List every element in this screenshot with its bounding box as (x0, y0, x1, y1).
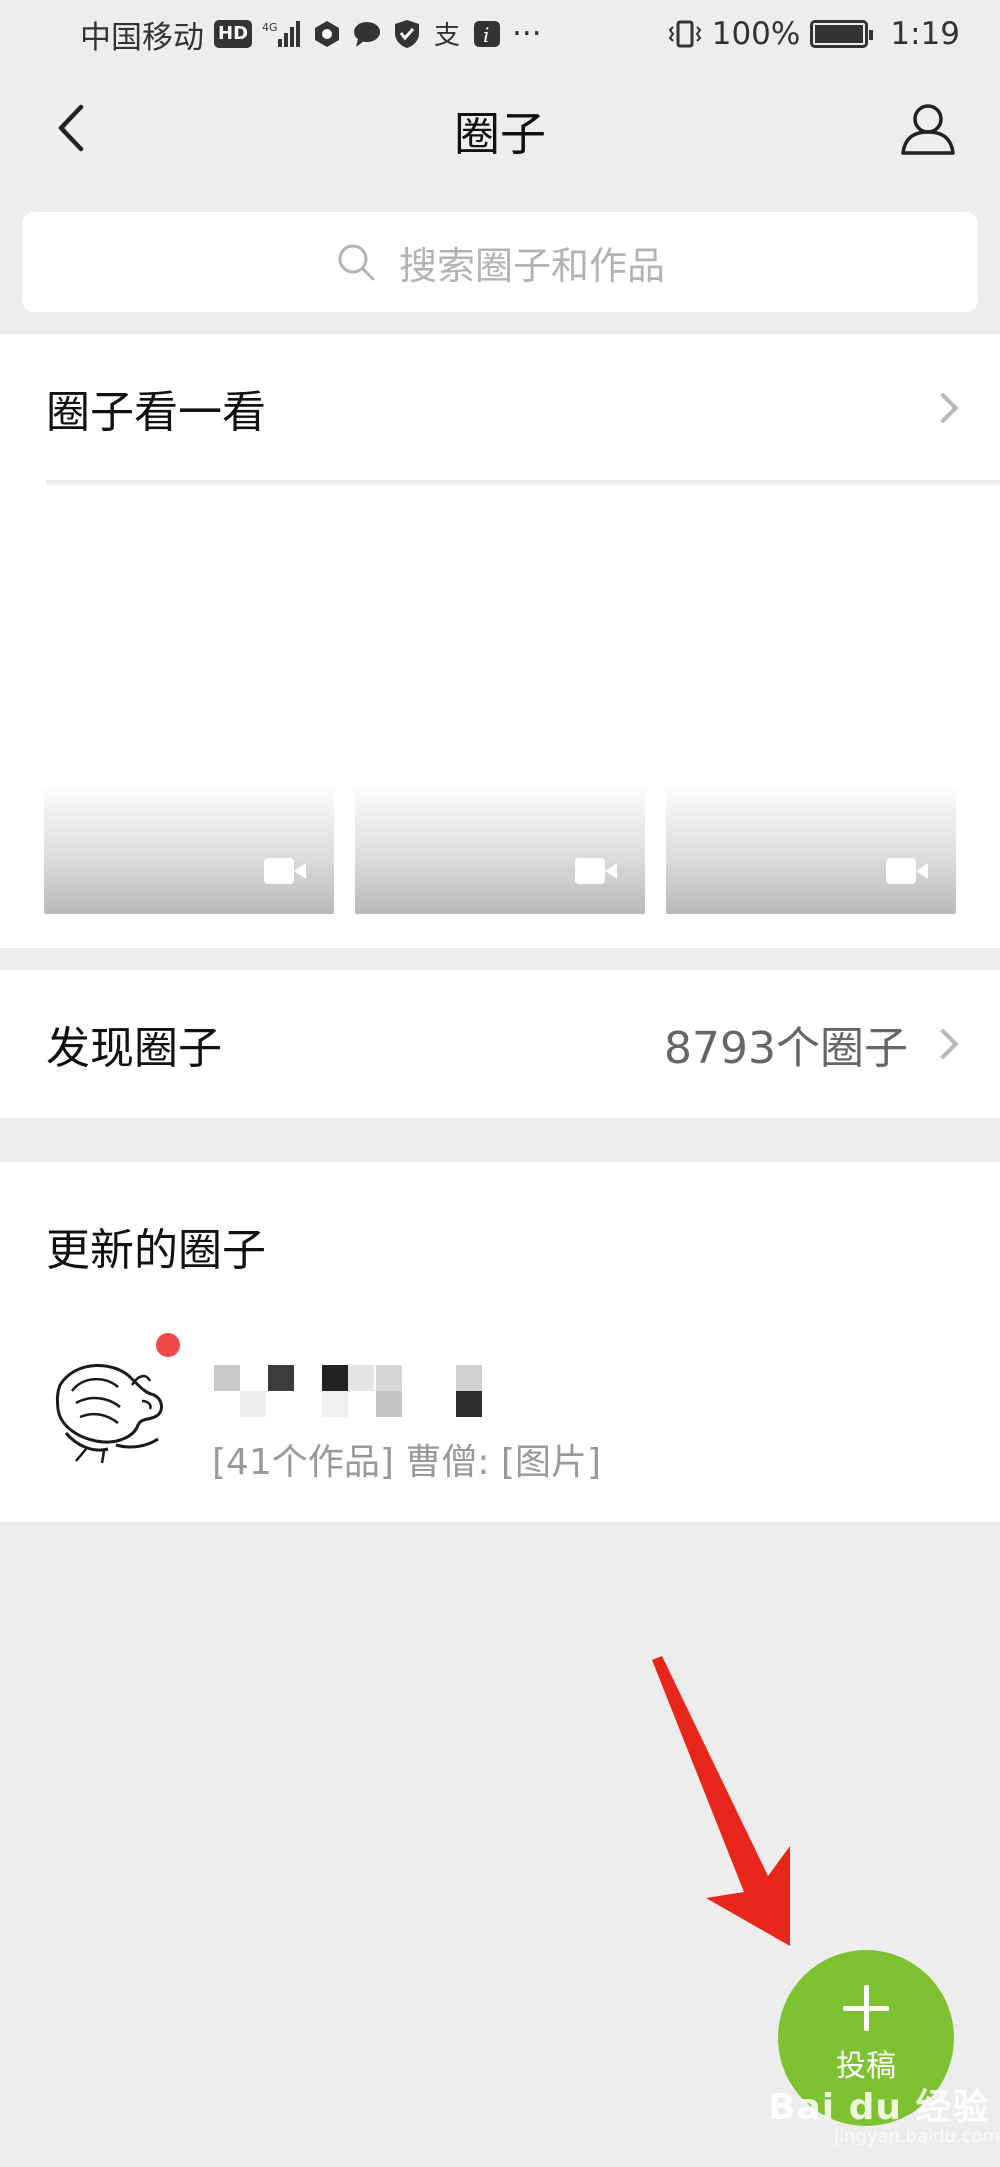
video-thumbnail[interactable] (44, 789, 334, 914)
nav-bar: 圈子 (0, 68, 1000, 194)
circle-description: [41个作品] 曹僧: [图片] (212, 1442, 602, 1483)
look-section-title: 圈子看一看 (46, 387, 266, 438)
status-right: 100% 1:19 (668, 16, 960, 52)
chevron-right-icon (927, 392, 959, 424)
plus-icon (843, 1985, 889, 2031)
avatar (46, 1345, 174, 1473)
more-icon: ··· (512, 16, 542, 52)
video-camera-icon (264, 858, 306, 884)
chat-icon (352, 19, 382, 49)
video-thumbnail[interactable] (666, 789, 956, 914)
clock: 1:19 (890, 16, 960, 52)
hd-icon: HD (214, 20, 253, 48)
page-title: 圈子 (454, 107, 546, 161)
video-thumbnail[interactable] (355, 789, 645, 914)
chevron-right-icon (927, 1028, 959, 1060)
video-camera-icon (575, 858, 617, 884)
carrier-name: 中国移动 (80, 19, 204, 56)
discover-circles-row[interactable]: 发现圈子 8793个圈子 (0, 970, 1000, 1118)
vibrate-icon (668, 19, 702, 49)
watermark: Bai du 经验 (768, 2087, 990, 2128)
search-placeholder: 搜索圈子和作品 (398, 243, 665, 288)
svg-text:支: 支 (434, 21, 460, 49)
search-icon (338, 244, 375, 281)
info-icon: i (472, 19, 502, 49)
app-icon (312, 19, 342, 49)
unread-dot (156, 1333, 180, 1357)
circle-count: 8793个圈子 (664, 1023, 908, 1074)
discover-right: 8793个圈子 (664, 1012, 959, 1076)
video-camera-icon (886, 858, 928, 884)
back-button[interactable] (40, 98, 100, 158)
updated-section-title: 更新的圈子 (46, 1225, 266, 1276)
svg-text:4G: 4G (262, 21, 278, 34)
chevron-left-icon (58, 104, 84, 152)
alipay-icon: 支 (432, 19, 462, 49)
look-section: 圈子看一看 (0, 334, 1000, 948)
search-input[interactable]: 搜索圈子和作品 (22, 212, 978, 312)
discover-title: 发现圈子 (46, 1023, 222, 1074)
divider (46, 480, 1000, 486)
battery-icon (810, 20, 874, 48)
signal-icon: 4G (262, 19, 302, 49)
annotation-arrow-icon (652, 1656, 790, 1946)
look-section-header[interactable]: 圈子看一看 (0, 334, 1000, 482)
svg-text:i: i (483, 23, 489, 47)
status-bar: 中国移动 HD 4G 支 i ··· 100% 1:19 (0, 0, 1000, 68)
thumbnail-row (44, 789, 956, 914)
status-left: 中国移动 HD 4G 支 i ··· (80, 12, 542, 57)
dragon-logo-icon (55, 1364, 163, 1464)
circle-list-item[interactable]: [41个作品] 曹僧: [图片] (46, 1333, 946, 1495)
profile-button[interactable] (896, 96, 960, 160)
circle-name-blurred (214, 1365, 514, 1421)
person-icon (901, 104, 955, 155)
shield-icon (392, 19, 422, 49)
battery-percent: 100% (711, 16, 801, 52)
watermark-url: jingyan.baidu.com (834, 2126, 1000, 2147)
